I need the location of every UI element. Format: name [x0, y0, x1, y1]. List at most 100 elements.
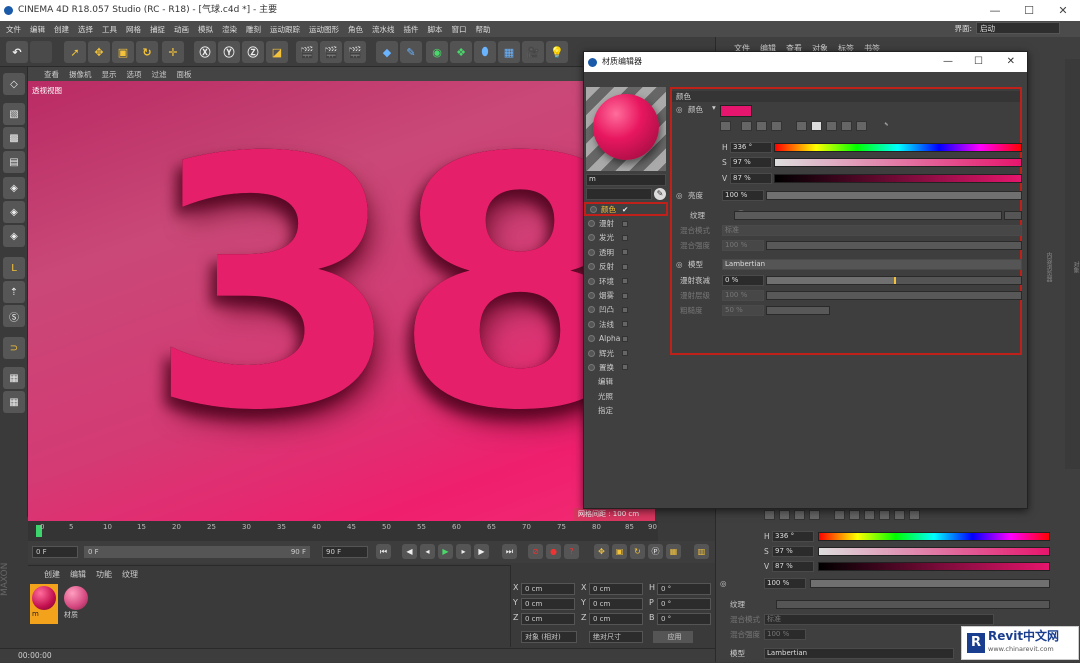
live-select-icon[interactable]: ✛ — [162, 41, 184, 63]
rp-brightness-slider[interactable] — [810, 579, 1050, 588]
undo-icon[interactable]: ↶ — [6, 41, 28, 63]
rotate-icon[interactable]: ↻ — [136, 41, 158, 63]
preview-options-icon[interactable]: ✎ — [654, 188, 666, 200]
menu-plugins[interactable]: 插件 — [404, 24, 419, 35]
vp-menu-panel[interactable]: 面板 — [177, 69, 192, 80]
enable-axis-icon[interactable]: L — [3, 257, 25, 279]
position-z-field[interactable]: 0 cm — [521, 613, 575, 625]
tweak-icon[interactable]: ⇡ — [3, 281, 25, 303]
diffuse-level-field[interactable]: 100 % — [722, 290, 764, 301]
frame-range-slider[interactable]: 0 F 90 F — [84, 546, 310, 558]
texture-browse-button[interactable] — [1004, 211, 1022, 220]
deformer-icon[interactable]: ⬮ — [474, 41, 496, 63]
blend-strength-field[interactable]: 100 % — [722, 240, 764, 251]
channel-checkbox[interactable] — [622, 263, 628, 270]
roughness-slider[interactable] — [766, 306, 830, 315]
blend-strength-slider[interactable] — [766, 241, 1022, 250]
keyframe-selection-icon[interactable]: ? — [564, 544, 579, 559]
channel-color[interactable]: 颜色 ✔ — [584, 202, 668, 217]
edges-mode-icon[interactable]: ◈ — [3, 201, 25, 223]
channel-luminance[interactable]: 发光 — [584, 231, 668, 245]
record-parameter-icon[interactable]: Ⓟ — [648, 544, 663, 559]
timeline-ruler[interactable]: 0 5 10 15 20 25 30 35 40 45 50 55 60 65 … — [28, 521, 658, 541]
apply-button[interactable]: 应用 — [653, 631, 693, 643]
vp-menu-filter[interactable]: 过滤 — [152, 69, 167, 80]
mixer-icon[interactable] — [879, 510, 890, 520]
mm-menu-function[interactable]: 功能 — [96, 569, 112, 580]
axis-y-icon[interactable]: Ⓨ — [218, 41, 240, 63]
next-key-icon[interactable]: ▶ — [474, 544, 489, 559]
vp-menu-options[interactable]: 选项 — [127, 69, 142, 80]
menu-mesh[interactable]: 网格 — [126, 24, 141, 35]
menu-animate[interactable]: 动画 — [174, 24, 189, 35]
menu-create[interactable]: 创建 — [54, 24, 69, 35]
play-icon[interactable]: ▶ — [438, 544, 453, 559]
rp-model-select[interactable]: Lambertian — [764, 648, 954, 659]
menu-window[interactable]: 窗口 — [452, 24, 467, 35]
size-y-field[interactable]: 0 cm — [589, 598, 643, 610]
side-tab-content-browser[interactable]: 内容浏览器 — [1044, 252, 1053, 282]
menu-render[interactable]: 渲染 — [222, 24, 237, 35]
vp-menu-view[interactable]: 查看 — [44, 69, 59, 80]
rotation-h-field[interactable]: 0 ° — [657, 583, 711, 595]
rp-blend-mode-select[interactable]: 标准 — [764, 614, 994, 625]
mm-menu-texture[interactable]: 纹理 — [122, 569, 138, 580]
points-mode-icon[interactable]: ◈ — [3, 177, 25, 199]
layer-icon[interactable] — [764, 510, 775, 520]
go-to-end-icon[interactable]: ⏭ — [502, 544, 517, 559]
channel-checkbox[interactable] — [622, 350, 628, 357]
vp-menu-camera[interactable]: 摄像机 — [69, 69, 92, 80]
timeline-window-icon[interactable]: ▥ — [694, 544, 709, 559]
channel-illumination[interactable]: 光照 — [584, 389, 668, 403]
layer-icon[interactable] — [720, 121, 731, 131]
texture-mode-icon[interactable]: ▩ — [3, 127, 25, 149]
channel-checkbox[interactable] — [622, 220, 628, 227]
checker-icon[interactable] — [794, 510, 805, 520]
menu-pipeline[interactable]: 流水线 — [372, 24, 395, 35]
axis-z-icon[interactable]: Ⓩ — [242, 41, 264, 63]
channel-fog[interactable]: 烟雾 — [584, 288, 668, 302]
rp-radio-icon[interactable]: ◎ — [720, 578, 727, 590]
position-y-field[interactable]: 0 cm — [521, 598, 575, 610]
maximize-button[interactable]: ☐ — [1012, 0, 1046, 21]
position-x-field[interactable]: 0 cm — [521, 583, 575, 595]
axis-x-icon[interactable]: Ⓧ — [194, 41, 216, 63]
rp-saturation-field[interactable]: 97 % — [772, 546, 814, 557]
model-select[interactable]: Lambertian — [722, 259, 1022, 270]
kelvin-icon[interactable] — [826, 121, 837, 131]
image-icon[interactable] — [771, 121, 782, 131]
material-name-field[interactable]: m — [586, 174, 666, 186]
channel-checkbox[interactable] — [622, 234, 628, 241]
channel-checkbox[interactable] — [622, 364, 628, 371]
side-tab-objects[interactable]: 对象 — [1071, 261, 1080, 273]
menu-tools[interactable]: 工具 — [102, 24, 117, 35]
diffuse-falloff-slider[interactable] — [766, 276, 1022, 285]
menu-snap[interactable]: 捕捉 — [150, 24, 165, 35]
spectrum-icon[interactable] — [856, 121, 867, 131]
polygons-mode-icon[interactable]: ◈ — [3, 225, 25, 247]
radio-icon[interactable]: ◎ — [676, 104, 683, 116]
subdivision-icon[interactable]: ◉ — [426, 41, 448, 63]
menu-mograph[interactable]: 运动图形 — [309, 24, 339, 35]
snap-icon[interactable]: Ⓢ — [3, 305, 25, 327]
coords-size-mode-select[interactable]: 绝对尺寸 — [589, 631, 643, 643]
expand-arrow-icon[interactable]: ▾ — [712, 102, 716, 114]
channel-environment[interactable]: 环境 — [584, 274, 668, 288]
perspective-viewport[interactable]: 透视视图 38 网格间距 : 100 cm — [28, 81, 655, 521]
channel-checkbox[interactable] — [622, 306, 628, 313]
gradient-icon[interactable] — [741, 121, 752, 131]
channel-diffuse[interactable]: 漫射 — [584, 216, 668, 230]
rgb-icon[interactable] — [834, 510, 845, 520]
menu-script[interactable]: 脚本 — [428, 24, 443, 35]
radio-icon[interactable]: ◎ — [676, 190, 683, 202]
select-arrow-icon[interactable]: ➚ — [64, 41, 86, 63]
record-keys-icon[interactable]: ⊘ — [528, 544, 543, 559]
array-icon[interactable]: ❖ — [450, 41, 472, 63]
checkmark-icon[interactable]: ✔ — [622, 205, 628, 214]
roughness-field[interactable]: 50 % — [722, 305, 764, 316]
channel-normal[interactable]: 法线 — [584, 317, 668, 331]
texture-slot[interactable] — [734, 211, 1002, 220]
me-close-button[interactable]: ✕ — [1007, 52, 1015, 72]
channel-displacement[interactable]: 置换 — [584, 360, 668, 374]
rgb-icon[interactable] — [796, 121, 807, 131]
